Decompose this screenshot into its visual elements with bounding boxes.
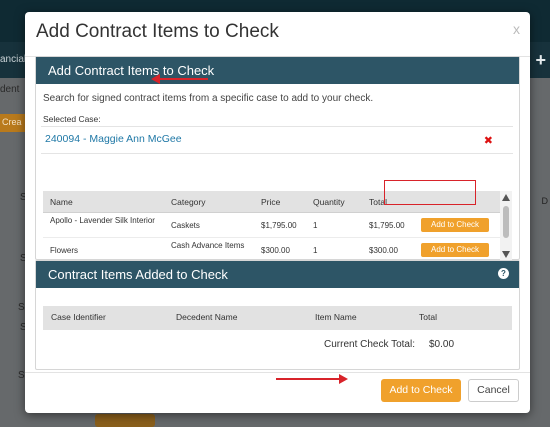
current-check-total-label: Current Check Total: [324,339,415,350]
add-to-check-button[interactable]: Add to Check [421,218,489,232]
item-total: $1,795.00 [369,221,405,230]
item-quantity: 1 [313,221,318,230]
create-button[interactable]: Crea [0,114,26,132]
add-contract-items-modal: Add Contract Items to Check x Add Contra… [25,12,530,413]
close-icon[interactable]: x [513,21,520,37]
selected-case-link[interactable]: 240094 - Maggie Ann McGee [45,133,182,145]
modal-title: Add Contract Items to Check [36,21,279,42]
column-header: Decedent Name [176,312,238,322]
search-items-panel: Add Contract Items to Check Search for s… [35,56,520,261]
column-header: Price [261,197,281,207]
table-row: Flowers Cash Advance Items $300.00 1 $30… [43,238,500,261]
annotation-arrow [276,378,340,380]
item-quantity: 1 [313,246,318,255]
cancel-button[interactable]: Cancel [468,379,519,402]
item-price: $1,795.00 [261,221,297,230]
help-icon[interactable]: ? [498,268,509,279]
nav-item-financial[interactable]: ancial [0,54,26,65]
scroll-up-icon[interactable] [502,194,510,201]
item-category: Cash Advance Items [171,241,245,250]
remove-case-icon[interactable]: ✖ [484,134,493,147]
scroll-down-icon[interactable] [502,251,510,258]
selected-case-label: Selected Case: [43,114,101,124]
scrollbar-thumb[interactable] [503,206,509,238]
side-label: S [18,302,25,313]
scrollbar[interactable] [500,191,512,261]
annotation-highlight [384,180,476,205]
bg-button [95,414,155,427]
panel-heading: Contract Items Added to Check [36,261,519,288]
add-to-check-submit-button[interactable]: Add to Check [381,379,461,402]
add-to-check-button[interactable]: Add to Check [421,243,489,257]
add-icon[interactable]: + [535,50,546,71]
divider [25,372,530,373]
column-header: Name [50,197,73,207]
table-row: Apollo - Lavender Silk Interior Caskets … [43,213,500,238]
item-category: Caskets [171,221,200,230]
item-price: $300.00 [261,246,290,255]
current-check-total-value: $0.00 [429,339,455,350]
column-header: Item Name [315,312,357,322]
column-header: Case Identifier [51,312,106,322]
column-header: Category [171,197,206,207]
item-name: Flowers [50,246,79,255]
side-label-right: D [541,196,549,206]
added-items-table-header: Case Identifier Decedent Name Item Name … [43,306,512,330]
panel-description: Search for signed contract items from a … [43,93,374,104]
annotation-arrow [158,78,208,80]
annotation-arrow-head [339,374,348,384]
column-header: Quantity [313,197,345,207]
selected-case-box: 240094 - Maggie Ann McGee ✖ [41,126,513,154]
item-name: Apollo - Lavender Silk Interior [50,216,155,225]
annotation-arrow-head [151,74,160,84]
panel-heading: Add Contract Items to Check [36,57,519,84]
column-header: Total [419,312,437,322]
added-items-panel: Contract Items Added to Check ? Case Ide… [35,260,520,370]
side-label: S [18,370,25,381]
item-total: $300.00 [369,246,398,255]
side-label: dent [0,84,20,95]
